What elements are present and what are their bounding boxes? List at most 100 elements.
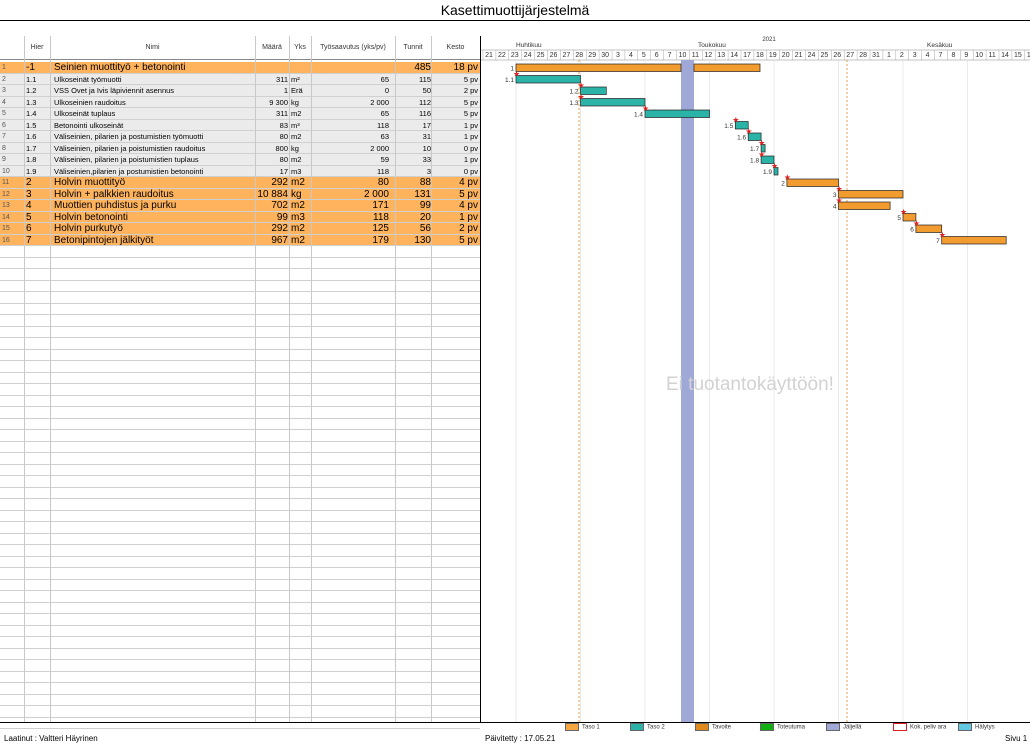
empty-row	[0, 557, 480, 568]
cell-dur: 0 pv	[463, 166, 478, 176]
cell-idx: 7	[2, 133, 6, 140]
table-row[interactable]: 15 6 Holvin purkutyö 292 m2 125 56 2 pv	[0, 223, 480, 235]
day-label: 14	[1001, 52, 1009, 59]
cell-rate: 2 000	[370, 143, 389, 153]
day-label: 14	[730, 52, 738, 59]
table-row[interactable]: 14 5 Holvin betonointi 99 m3 118 20 1 pv	[0, 211, 480, 223]
legend-swatch	[958, 723, 972, 731]
table-row[interactable]: 1 -1 Seinien muottityö + betonointi 485 18 p…	[0, 62, 480, 74]
cell-hier: 1.4	[26, 109, 37, 118]
table-row[interactable]: 10 1.9 Väliseinien,pilarien ja postumistie…	[0, 165, 480, 177]
cell-dur: 18 pv	[453, 62, 478, 73]
table-row[interactable]: 7 1.6 Väliseinien, pilarien ja postumistie…	[0, 131, 480, 143]
cell-idx: 2	[2, 75, 6, 83]
empty-row	[0, 568, 480, 580]
day-label: 17	[743, 52, 751, 59]
day-label: 31	[872, 52, 880, 59]
cell-hier: 2	[26, 177, 32, 188]
empty-row	[0, 442, 480, 453]
milestone-star: ★	[913, 219, 920, 228]
table-row[interactable]: 12 3 Holvin + palkkien raudoitus 10 884 kg 2 …	[0, 188, 480, 200]
empty-row	[0, 660, 480, 672]
cell-unit	[291, 62, 313, 73]
table-row[interactable]: 9 1.8 Väliseinien, pilarien ja poistumisti…	[0, 154, 480, 166]
cell-hours: 131	[414, 188, 431, 199]
milestone-star: ★	[758, 139, 765, 148]
cell-rate: 80	[377, 177, 389, 188]
gantt-bar	[515, 75, 581, 84]
table-row[interactable]: 6 1.5 Betonointi ulkoseinät 83 m³ 118 17 1 pv	[0, 119, 480, 131]
cell-hours: 99	[419, 200, 431, 211]
cell-dur: 5 pv	[459, 188, 478, 199]
empty-row	[0, 373, 480, 384]
empty-row	[0, 304, 480, 315]
legend-item: Taso 2	[630, 723, 665, 733]
cell-dur: 5 pv	[463, 97, 478, 107]
day-label: 9	[964, 52, 968, 59]
cell-qty: 17	[279, 166, 288, 176]
legend-label: Kok. peliv ara	[910, 724, 947, 731]
day-label: 1	[887, 52, 891, 59]
footer-page: Sivu 1	[1005, 734, 1028, 743]
cell-dur: 4 pv	[459, 200, 478, 211]
day-label: 21	[795, 52, 803, 59]
cell-hier: 5	[26, 211, 32, 222]
empty-row	[0, 672, 480, 683]
gantt-bar	[941, 236, 1007, 245]
cell-idx: 6	[2, 121, 6, 129]
cell-rate: 118	[377, 166, 389, 176]
column-divider	[24, 36, 25, 722]
cell-name: Betonipintojen jälkityöt	[54, 234, 154, 245]
legend-item: Taso 1	[565, 723, 600, 733]
table-row[interactable]: 11 2 Holvin muottityö 292 m2 80 88 4 pv	[0, 177, 480, 189]
gantt-bar	[786, 178, 839, 187]
legend-label: Hälytys	[975, 724, 995, 731]
day-label: 6	[655, 52, 659, 59]
cell-rate: 0	[384, 86, 389, 95]
cell-hours: 20	[419, 211, 431, 222]
milestone-star: ★	[578, 93, 585, 102]
cell-dur: 1 pv	[463, 155, 478, 164]
empty-row	[0, 649, 480, 660]
milestone-star: ★	[836, 185, 843, 194]
empty-row	[0, 580, 480, 591]
gantt-bar	[838, 190, 904, 199]
day-label: 20	[782, 52, 790, 59]
cell-hier: 1.5	[26, 120, 37, 130]
cell-hours: 3	[426, 166, 431, 176]
empty-row	[0, 718, 480, 729]
day-label: 27	[563, 52, 571, 59]
day-label: 4	[629, 52, 633, 59]
cell-idx: 10	[2, 167, 10, 175]
cell-hier: 1.9	[26, 166, 37, 176]
cell-name: Holvin muottityö	[54, 177, 126, 188]
day-label: 19	[769, 52, 777, 59]
cell-hours: 10	[422, 143, 431, 153]
cell-dur: 5 pv	[463, 74, 478, 84]
empty-row	[0, 499, 480, 511]
cell-idx: 4	[2, 98, 6, 106]
table-row[interactable]: 2 1.1 Ulkoseinät työmuotti 311 m² 65 115 5 pv	[0, 73, 480, 85]
cell-unit: m³	[291, 120, 300, 130]
table-row[interactable]: 4 1.3 Ulkoseinien raudoitus 9 300 kg 2 000 112…	[0, 96, 480, 108]
cell-unit: m2	[291, 200, 305, 211]
cell-dur: 2 pv	[459, 223, 478, 234]
cell-hours: 33	[422, 155, 431, 164]
cell-dur: 1 pv	[463, 120, 478, 130]
cell-unit: m3	[291, 166, 302, 176]
cell-unit: m2	[291, 132, 302, 141]
cell-hours: 88	[419, 177, 431, 188]
cell-name: Betonointi ulkoseinät	[54, 120, 124, 130]
table-row[interactable]: 3 1.2 VSS Ovet ja Ivis läpiviennit asennus…	[0, 85, 480, 97]
month-label: Toukokuu	[698, 42, 726, 49]
cell-hier: 4	[26, 200, 32, 211]
table-row[interactable]: 13 4 Muottien puhdistus ja purku 702 m2 171 99…	[0, 200, 480, 212]
header-rate: Työsaavutus (yks/pv)	[320, 44, 386, 51]
table-row[interactable]: 16 7 Betonipintojen jälkityöt 967 m2 179 130 5 …	[0, 234, 480, 246]
empty-row	[0, 407, 480, 419]
table-row[interactable]: 5 1.4 Ulkoseinät tuplaus 311 m2 65 116 5 pv	[0, 108, 480, 120]
milestone-star: ★	[758, 150, 765, 159]
table-row[interactable]: 8 1.7 Väliseinien, pilarien ja poistumisti…	[0, 142, 480, 154]
cell-hier: 6	[26, 223, 32, 234]
footer-author: Laatinut : Valtteri Häyrinen	[4, 734, 98, 743]
